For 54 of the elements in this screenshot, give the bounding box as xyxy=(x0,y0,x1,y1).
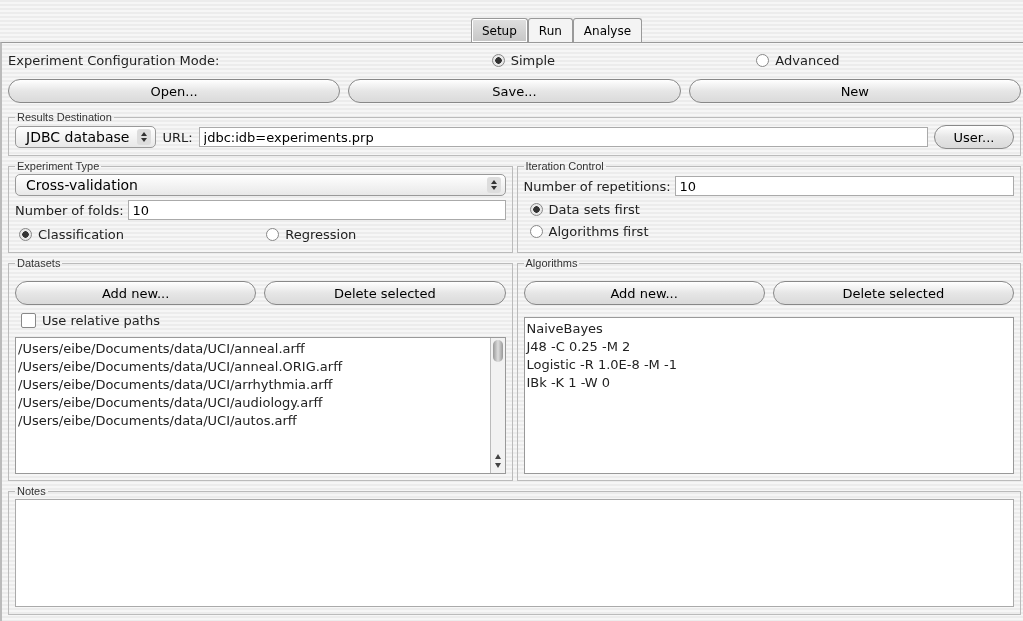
radio-label: Algorithms first xyxy=(548,223,649,239)
dataset-item[interactable]: /Users/eibe/Documents/data/UCI/autos.arff xyxy=(18,412,488,430)
radio-button[interactable] xyxy=(529,224,543,238)
checkbox-label: Use relative paths xyxy=(42,312,160,328)
algorithm-button[interactable]: Add new... xyxy=(523,281,765,305)
folds-label: Number of folds: xyxy=(15,202,124,218)
radio-label: Data sets first xyxy=(548,201,640,217)
notes-field[interactable] xyxy=(15,499,1014,607)
group-title: Notes xyxy=(16,485,47,497)
url-field[interactable]: jdbc:idb=experiments.prp xyxy=(198,127,928,147)
radio-label: Simple xyxy=(510,52,556,68)
url-label: URL: xyxy=(162,129,193,145)
repetitions-field[interactable]: 10 xyxy=(674,176,1014,196)
tab[interactable]: Run xyxy=(527,18,573,42)
folds-field[interactable]: 10 xyxy=(127,200,506,220)
mode-label: Experiment Configuration Mode: xyxy=(8,52,221,68)
dataset-item[interactable]: /Users/eibe/Documents/data/UCI/anneal.ORIG.arff xyxy=(18,358,488,376)
group-title: Results Destination xyxy=(16,111,113,123)
file-button[interactable]: Open... xyxy=(8,79,341,103)
algorithm-item[interactable]: J48 -C 0.25 -M 2 xyxy=(526,338,1011,356)
radio-button[interactable] xyxy=(756,53,770,67)
group-title: Datasets xyxy=(16,257,62,269)
group-title: Experiment Type xyxy=(16,160,101,172)
tab[interactable]: Analyse xyxy=(572,18,643,42)
dataset-button[interactable]: Delete selected xyxy=(264,281,506,305)
file-button[interactable]: New xyxy=(688,79,1021,103)
radio-button[interactable] xyxy=(529,202,543,216)
stepper-icon xyxy=(137,129,152,145)
dataset-item[interactable]: /Users/eibe/Documents/data/UCI/audiology.arff xyxy=(18,394,488,412)
file-button[interactable]: Save... xyxy=(348,79,681,103)
destination-dropdown[interactable]: JDBC database xyxy=(15,126,157,148)
radio-button[interactable] xyxy=(19,227,32,241)
algorithm-button[interactable]: Delete selected xyxy=(772,281,1014,305)
radio-button[interactable] xyxy=(491,53,505,67)
group-title: Algorithms xyxy=(524,257,579,269)
user-button[interactable]: User... xyxy=(934,125,1014,149)
scrollbar[interactable] xyxy=(489,338,505,473)
algorithm-item[interactable]: Logistic -R 1.0E-8 -M -1 xyxy=(526,356,1011,374)
radio-label: Regression xyxy=(285,226,357,242)
scroll-thumb[interactable] xyxy=(492,340,503,362)
radio-button[interactable] xyxy=(266,227,280,241)
radio-label: Advanced xyxy=(775,52,840,68)
dataset-item[interactable]: /Users/eibe/Documents/data/UCI/arrhythmia.arff xyxy=(18,376,488,394)
dataset-button[interactable]: Add new... xyxy=(15,281,257,305)
experiment-type-dropdown[interactable]: Cross-validation xyxy=(15,174,506,196)
radio-label: Classification xyxy=(38,226,125,242)
repetitions-label: Number of repetitions: xyxy=(523,178,671,194)
algorithm-item[interactable]: IBk -K 1 -W 0 xyxy=(526,374,1011,392)
checkbox[interactable] xyxy=(21,312,36,328)
tab[interactable]: Setup xyxy=(470,18,528,42)
group-title: Iteration Control xyxy=(524,160,605,172)
dataset-item[interactable]: /Users/eibe/Documents/data/UCI/anneal.arff xyxy=(18,340,488,358)
algorithm-item[interactable]: NaiveBayes xyxy=(526,320,1011,338)
stepper-icon xyxy=(486,177,501,193)
